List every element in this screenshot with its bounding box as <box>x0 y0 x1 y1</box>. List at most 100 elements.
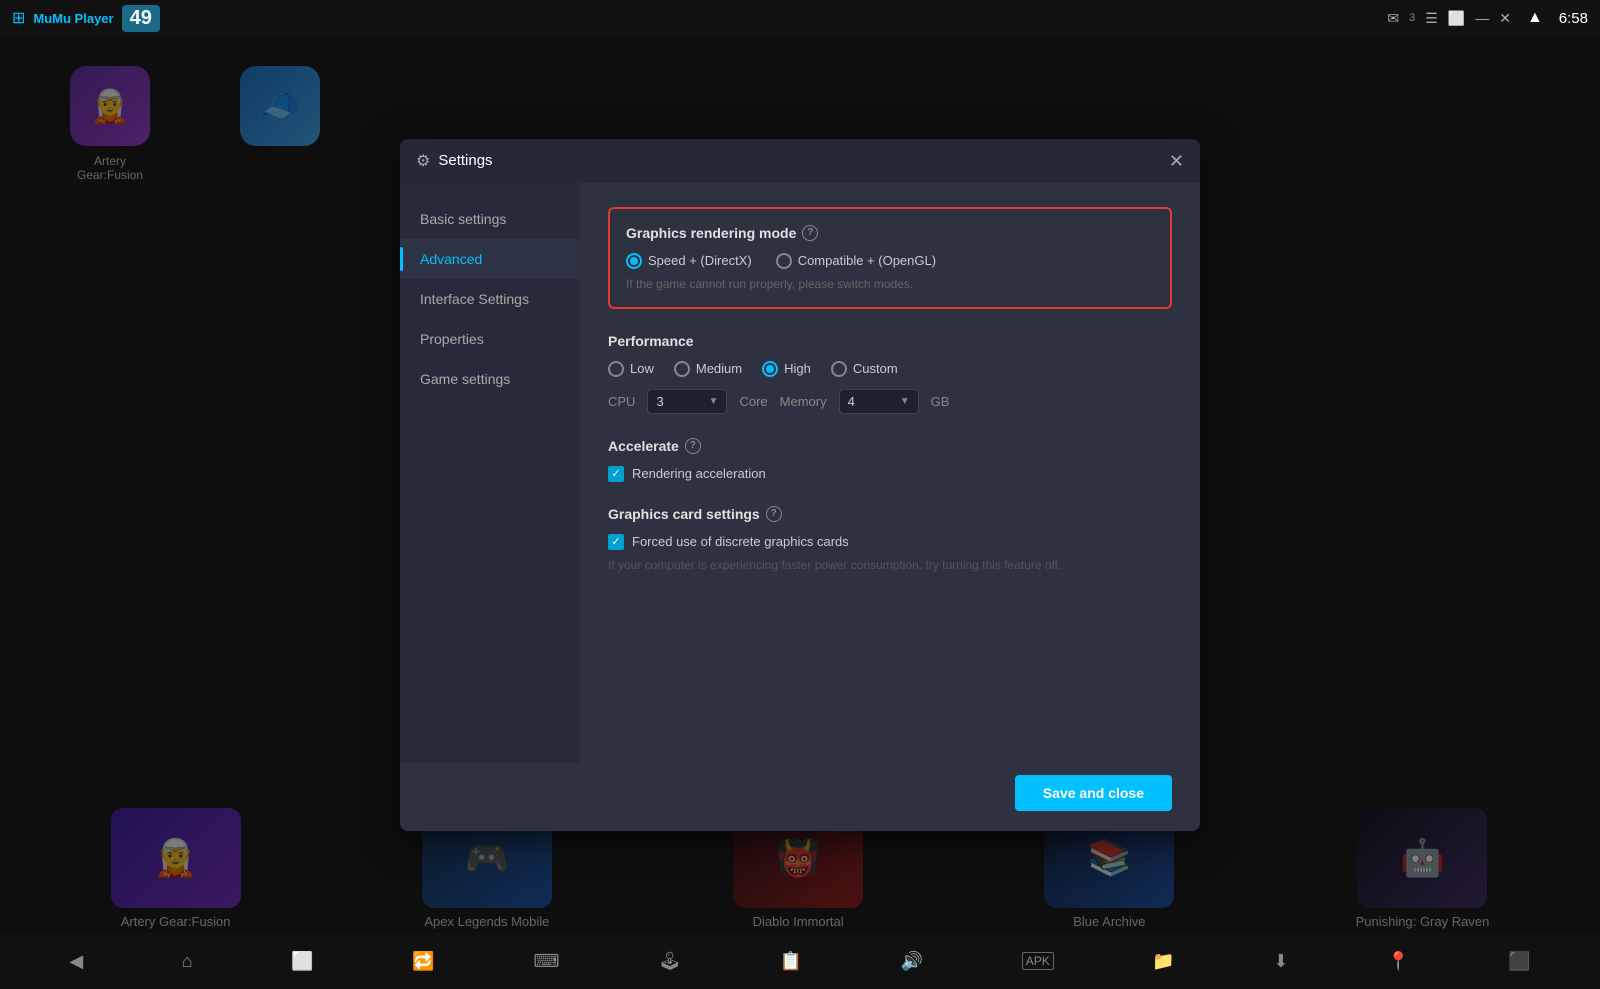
radio-medium[interactable]: Medium <box>674 361 742 377</box>
performance-section: Performance Low Medium Hig <box>608 333 1172 414</box>
taskbar-apk-icon[interactable]: APK <box>1022 952 1054 970</box>
gpu-title: Graphics card settings ? <box>608 506 1172 522</box>
topbar-icons: ✉ 3 ☰ ⬜ — ✕ <box>1387 10 1511 27</box>
rendering-acceleration-check: ✓ <box>611 467 620 480</box>
sidebar-item-advanced[interactable]: Advanced <box>400 239 580 279</box>
mail-icon[interactable]: ✉ <box>1387 10 1399 27</box>
radio-custom-label: Custom <box>853 361 898 376</box>
accelerate-section: Accelerate ? ✓ Rendering acceleration <box>608 438 1172 482</box>
taskbar-location-icon[interactable]: 📍 <box>1387 951 1409 972</box>
rendering-mode-title: Graphics rendering mode ? <box>626 225 1154 241</box>
performance-title: Performance <box>608 333 1172 349</box>
performance-title-text: Performance <box>608 333 694 349</box>
clock: 6:58 <box>1559 10 1588 27</box>
radio-speed[interactable]: Speed + (DirectX) <box>626 253 752 269</box>
sidebar-item-basic[interactable]: Basic settings <box>400 199 580 239</box>
radio-high[interactable]: High <box>762 361 811 377</box>
sidebar-item-game[interactable]: Game settings <box>400 359 580 399</box>
gpu-warning-text: If your computer is experiencing faster … <box>608 558 1172 572</box>
badge-number: 49 <box>122 5 160 32</box>
radio-high-label: High <box>784 361 811 376</box>
accelerate-title: Accelerate ? <box>608 438 1172 454</box>
taskbar-volume-icon[interactable]: 🔊 <box>901 951 923 972</box>
radio-compatible[interactable]: Compatible + (OpenGL) <box>776 253 936 269</box>
taskbar-rotate-icon[interactable]: 🔁 <box>412 951 434 972</box>
dialog-footer: Save and close <box>400 763 1200 831</box>
gpu-title-text: Graphics card settings <box>608 506 760 522</box>
radio-low-circle <box>608 361 624 377</box>
taskbar-screen-icon[interactable]: ⬜ <box>291 951 313 972</box>
rendering-acceleration-item[interactable]: ✓ Rendering acceleration <box>608 466 1172 482</box>
accelerate-title-text: Accelerate <box>608 438 679 454</box>
radio-compatible-label: Compatible + (OpenGL) <box>798 253 936 268</box>
settings-sidebar: Basic settings Advanced Interface Settin… <box>400 183 580 763</box>
wifi-icon: ▲ <box>1527 9 1543 27</box>
rendering-mode-help-icon[interactable]: ? <box>802 225 818 241</box>
save-close-button[interactable]: Save and close <box>1015 775 1172 811</box>
settings-dialog: ⚙ Settings ✕ Basic settings Advanced Int… <box>400 139 1200 831</box>
radio-low[interactable]: Low <box>608 361 654 377</box>
settings-content: Graphics rendering mode ? Speed + (Direc… <box>580 183 1200 763</box>
core-label: Core <box>739 394 767 409</box>
resize-icon[interactable]: ⬜ <box>1448 10 1465 27</box>
app-name: MuMu Player <box>33 11 113 26</box>
taskbar: ◀ ⌂ ⬜ 🔁 ⌨ 🕹 📋 🔊 APK 📁 ⬇ 📍 ⬛ <box>0 933 1600 989</box>
discrete-gpu-item[interactable]: ✓ Forced use of discrete graphics cards <box>608 534 1172 550</box>
discrete-gpu-checkbox[interactable]: ✓ <box>608 534 624 550</box>
memory-select[interactable]: 4 ▼ <box>839 389 919 414</box>
taskbar-more-icon[interactable]: ⬛ <box>1508 951 1530 972</box>
dialog-titlebar: ⚙ Settings ✕ <box>400 139 1200 183</box>
gpu-section: Graphics card settings ? ✓ Forced use of… <box>608 506 1172 572</box>
settings-title-icon: ⚙ <box>416 151 430 171</box>
memory-value: 4 <box>848 394 855 409</box>
taskbar-keyboard-icon[interactable]: ⌨ <box>533 951 559 972</box>
sidebar-item-interface[interactable]: Interface Settings <box>400 279 580 319</box>
gb-label: GB <box>931 394 950 409</box>
radio-custom-circle <box>831 361 847 377</box>
performance-radios: Low Medium High Custom <box>608 361 1172 377</box>
memory-select-arrow: ▼ <box>900 396 910 407</box>
taskbar-home-icon[interactable]: ⌂ <box>182 951 193 972</box>
memory-label: Memory <box>780 394 827 409</box>
minimize-icon[interactable]: — <box>1475 10 1489 26</box>
menu-icon[interactable]: ☰ <box>1425 10 1438 27</box>
radio-medium-circle <box>674 361 690 377</box>
modal-overlay: ⚙ Settings ✕ Basic settings Advanced Int… <box>0 36 1600 933</box>
cpu-select[interactable]: 3 ▼ <box>647 389 727 414</box>
sidebar-item-properties[interactable]: Properties <box>400 319 580 359</box>
dialog-title-left: ⚙ Settings <box>416 151 493 171</box>
cpu-select-arrow: ▼ <box>709 396 719 407</box>
rendering-mode-title-text: Graphics rendering mode <box>626 225 796 241</box>
taskbar-folder-icon[interactable]: 📁 <box>1152 951 1174 972</box>
dialog-body: Basic settings Advanced Interface Settin… <box>400 183 1200 763</box>
cpu-label: CPU <box>608 394 635 409</box>
rendering-acceleration-checkbox[interactable]: ✓ <box>608 466 624 482</box>
close-window-icon[interactable]: ✕ <box>1499 10 1511 27</box>
radio-speed-label: Speed + (DirectX) <box>648 253 752 268</box>
app-logo-icon: ⊞ <box>12 8 25 28</box>
dialog-close-button[interactable]: ✕ <box>1169 152 1184 170</box>
topbar-right: ✉ 3 ☰ ⬜ — ✕ ▲ 6:58 <box>1387 9 1588 27</box>
discrete-gpu-label: Forced use of discrete graphics cards <box>632 534 849 549</box>
taskbar-clipboard-icon[interactable]: 📋 <box>780 951 802 972</box>
taskbar-download-icon[interactable]: ⬇ <box>1273 951 1288 972</box>
gpu-help-icon[interactable]: ? <box>766 506 782 522</box>
radio-high-circle <box>762 361 778 377</box>
discrete-gpu-check: ✓ <box>611 535 620 548</box>
radio-speed-circle <box>626 253 642 269</box>
rendering-acceleration-label: Rendering acceleration <box>632 466 766 481</box>
taskbar-back-icon[interactable]: ◀ <box>69 951 83 972</box>
accelerate-help-icon[interactable]: ? <box>685 438 701 454</box>
dialog-title-text: Settings <box>438 152 492 169</box>
cpu-memory-row: CPU 3 ▼ Core Memory 4 ▼ GB <box>608 389 1172 414</box>
radio-compatible-circle <box>776 253 792 269</box>
radio-custom[interactable]: Custom <box>831 361 898 377</box>
radio-low-label: Low <box>630 361 654 376</box>
rendering-mode-hint: If the game cannot run properly, please … <box>626 277 1154 291</box>
taskbar-gamepad-icon[interactable]: 🕹 <box>658 951 681 972</box>
rendering-mode-radio-group: Speed + (DirectX) Compatible + (OpenGL) <box>626 253 1154 269</box>
topbar-left: ⊞ MuMu Player 49 <box>12 5 160 32</box>
radio-medium-label: Medium <box>696 361 742 376</box>
topbar: ⊞ MuMu Player 49 ✉ 3 ☰ ⬜ — ✕ ▲ 6:58 <box>0 0 1600 36</box>
rendering-mode-box: Graphics rendering mode ? Speed + (Direc… <box>608 207 1172 309</box>
